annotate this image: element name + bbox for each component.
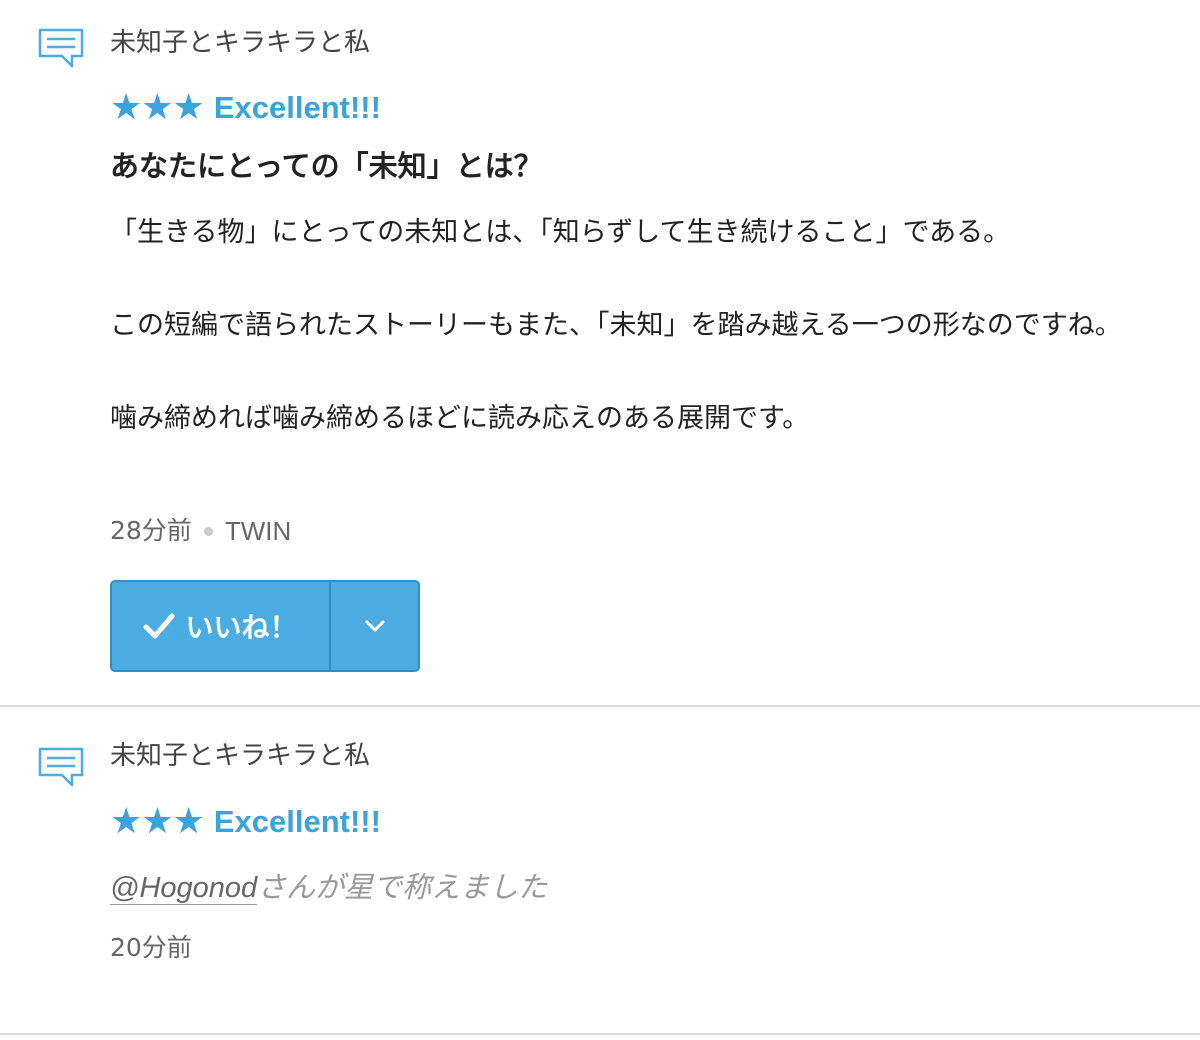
activity-card: 未知子とキラキラと私 ★★★ Excellent!!! @Hogonodさんが星…: [0, 707, 1200, 1035]
rating-label: Excellent!!!: [213, 90, 381, 125]
review-heading: あなたにとっての「未知」とは？: [110, 149, 543, 183]
timestamp: 20分前: [110, 933, 192, 962]
author-link[interactable]: TWIN: [225, 515, 291, 547]
review-paragraph: この短編で語られたストーリーもまた、「未知」を踏み越える一つの形なのですね。: [110, 310, 1122, 341]
review-meta: 28分前 TWIN: [110, 515, 291, 547]
work-title[interactable]: 未知子とキラキラと私: [110, 740, 370, 772]
rating: ★★★ Excellent!!!: [110, 800, 381, 844]
separator-dot: [203, 526, 213, 536]
work-title[interactable]: 未知子とキラキラと私: [110, 27, 370, 59]
comment-icon: [38, 747, 84, 787]
checkmark-icon: [143, 613, 175, 639]
star-rating-icon: ★★★: [110, 87, 205, 128]
like-button[interactable]: いいね！: [112, 582, 331, 670]
review-paragraph: 「生きる物」にとっての未知とは、「知らずして生き続けること」である。: [110, 217, 1011, 248]
rating: ★★★ Excellent!!!: [110, 86, 381, 130]
review-paragraph: 噛み締めれば噛み締めるほどに読み応えのある展開です。: [110, 403, 810, 434]
review-body: 「生きる物」にとっての未知とは、「知らずして生き続けること」である。 この短編で…: [110, 210, 1160, 442]
activity-meta: 20分前: [110, 932, 192, 964]
activity-text: @Hogonodさんが星で称えました: [110, 867, 547, 908]
timestamp: 28分前: [110, 516, 192, 545]
review-card: 未知子とキラキラと私 ★★★ Excellent!!! あなたにとっての「未知」…: [0, 0, 1200, 707]
activity-suffix: さんが星で称えました: [257, 870, 548, 904]
like-label: いいね！: [185, 611, 298, 644]
like-dropdown-toggle[interactable]: [331, 582, 418, 670]
comment-icon: [38, 28, 84, 68]
rating-label: Excellent!!!: [213, 804, 381, 839]
star-rating-icon: ★★★: [110, 801, 205, 842]
user-mention-link[interactable]: @Hogonod: [110, 872, 258, 905]
chevron-down-icon: [365, 620, 384, 632]
like-button-group: いいね！: [110, 580, 420, 672]
